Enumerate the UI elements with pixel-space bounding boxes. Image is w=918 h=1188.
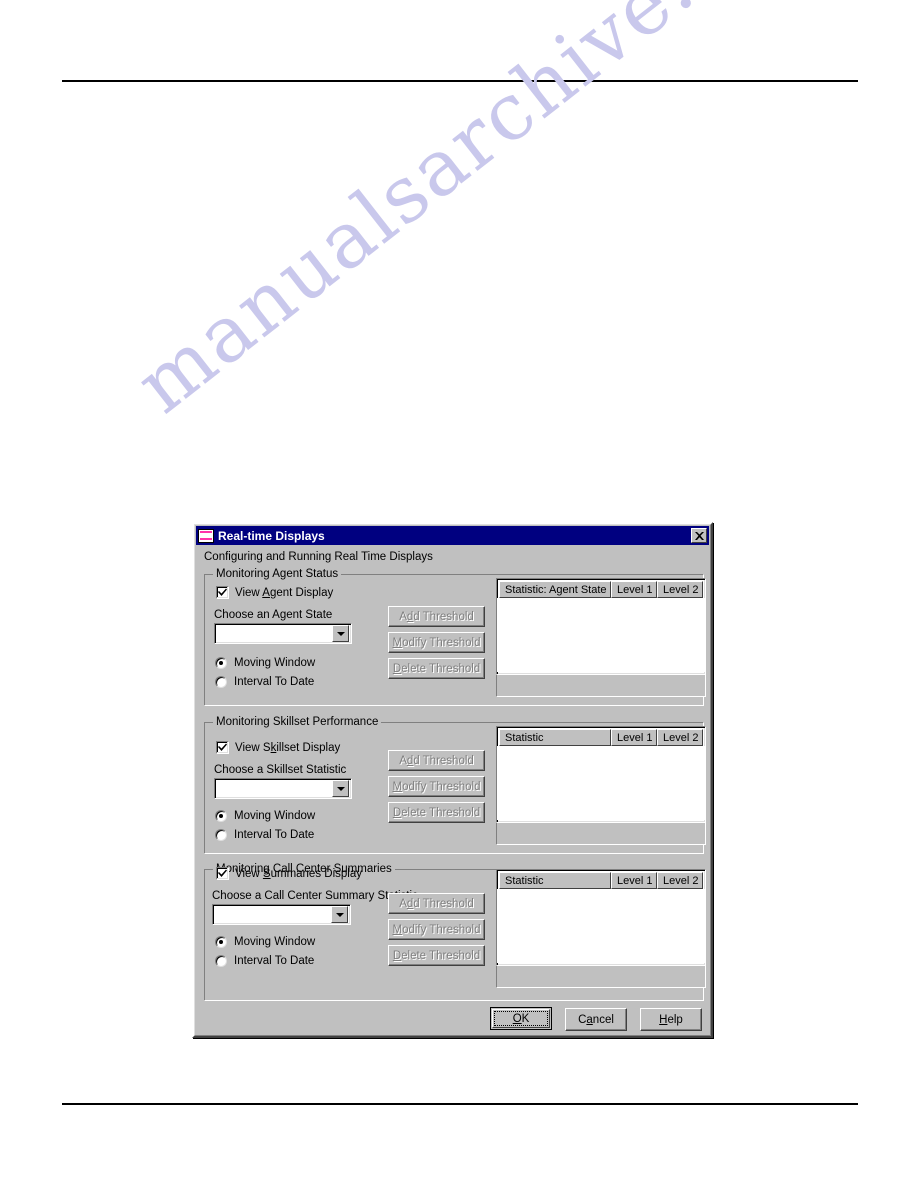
listview-body[interactable]	[497, 598, 705, 672]
radio-dot	[215, 676, 227, 688]
column-header-level2[interactable]: Level 2	[657, 729, 703, 746]
radio-label: Interval To Date	[234, 829, 315, 841]
summaries-moving-window-radio[interactable]: Moving Window	[215, 936, 315, 948]
listview-body[interactable]	[497, 889, 705, 963]
checkbox-box	[216, 586, 229, 599]
skillset-threshold-listview[interactable]: Statistic Level 1 Level 2	[496, 726, 706, 823]
delete-threshold-button-agent[interactable]: Delete Threshold	[388, 658, 485, 679]
checkbox-label: View Agent Display	[235, 586, 334, 599]
realtime-display-icon	[198, 528, 214, 543]
button-label: Delete Threshold	[392, 662, 481, 675]
cancel-button[interactable]: Cancel	[565, 1008, 627, 1031]
button-label: Add Threshold	[399, 897, 474, 910]
column-header-statistic[interactable]: Statistic	[499, 729, 611, 746]
modify-threshold-button-summaries[interactable]: Modify Threshold	[388, 919, 485, 940]
chevron-down-icon[interactable]	[331, 906, 348, 923]
listview-header: Statistic: Agent State Level 1 Level 2	[499, 581, 703, 598]
choose-skillset-statistic-label: Choose a Skillset Statistic	[214, 764, 347, 776]
listview-header: Statistic Level 1 Level 2	[499, 872, 703, 889]
radio-label: Moving Window	[234, 936, 316, 948]
radio-label: Interval To Date	[234, 955, 315, 967]
chevron-down-icon[interactable]	[332, 780, 349, 797]
skillset-moving-window-radio[interactable]: Moving Window	[215, 810, 315, 822]
column-header-level1[interactable]: Level 1	[611, 581, 657, 598]
group-legend: Monitoring Agent Status	[213, 568, 342, 580]
close-icon[interactable]	[691, 528, 707, 543]
radio-label: Moving Window	[234, 657, 316, 669]
agent-threshold-listview[interactable]: Statistic: Agent State Level 1 Level 2	[496, 578, 706, 675]
radio-dot	[215, 657, 227, 669]
dialog-subtitle: Configuring and Running Real Time Displa…	[204, 551, 433, 563]
button-label: Modify Threshold	[392, 780, 481, 793]
real-time-displays-dialog: Real-time Displays Configuring and Runni…	[192, 522, 713, 1038]
choose-agent-state-label: Choose an Agent State	[214, 609, 333, 621]
checkbox-label: View Summaries Display	[235, 867, 362, 880]
ok-button[interactable]: OK	[490, 1007, 552, 1030]
button-label: Modify Threshold	[392, 923, 481, 936]
modify-threshold-button-skillset[interactable]: Modify Threshold	[388, 776, 485, 797]
radio-dot	[215, 810, 227, 822]
button-label: Delete Threshold	[392, 949, 481, 962]
checkbox-box	[216, 867, 229, 880]
radio-dot	[215, 955, 227, 967]
view-skillset-display-checkbox[interactable]: View Skillset Display	[216, 741, 340, 754]
button-label: OK	[512, 1012, 530, 1025]
checkbox-label: View Skillset Display	[235, 741, 341, 754]
agent-moving-window-radio[interactable]: Moving Window	[215, 657, 315, 669]
agent-state-combo[interactable]	[214, 623, 352, 644]
column-header-statistic[interactable]: Statistic	[499, 872, 611, 889]
view-summaries-display-checkbox[interactable]: View Summaries Display	[216, 867, 362, 880]
column-header-level2[interactable]: Level 2	[657, 581, 703, 598]
page-rule-bottom	[62, 1103, 858, 1105]
page-rule-top	[62, 80, 858, 82]
add-threshold-button-agent[interactable]: Add Threshold	[388, 606, 485, 627]
delete-threshold-button-skillset[interactable]: Delete Threshold	[388, 802, 485, 823]
add-threshold-button-summaries[interactable]: Add Threshold	[388, 893, 485, 914]
dialog-title: Real-time Displays	[218, 528, 325, 543]
radio-label: Interval To Date	[234, 676, 315, 688]
chevron-down-icon[interactable]	[332, 625, 349, 642]
delete-threshold-button-summaries[interactable]: Delete Threshold	[388, 945, 485, 966]
button-label: Add Threshold	[399, 754, 474, 767]
skillset-interval-to-date-radio[interactable]: Interval To Date	[215, 829, 314, 841]
view-agent-display-checkbox[interactable]: View Agent Display	[216, 586, 333, 599]
group-legend: Monitoring Skillset Performance	[213, 716, 382, 728]
radio-dot	[215, 936, 227, 948]
modify-threshold-button-agent[interactable]: Modify Threshold	[388, 632, 485, 653]
skillset-statistic-combo[interactable]	[214, 778, 352, 799]
listview-body[interactable]	[497, 746, 705, 820]
checkbox-box	[216, 741, 229, 754]
choose-call-center-summary-statistic-label: Choose a Call Center Summary Statistic	[212, 890, 418, 902]
button-label: Cancel	[578, 1013, 614, 1026]
summaries-threshold-listview[interactable]: Statistic Level 1 Level 2	[496, 869, 706, 966]
button-label: Delete Threshold	[392, 806, 481, 819]
column-header-level1[interactable]: Level 1	[611, 872, 657, 889]
column-header-statistic[interactable]: Statistic: Agent State	[499, 581, 611, 598]
help-button[interactable]: Help	[640, 1008, 702, 1031]
agent-interval-to-date-radio[interactable]: Interval To Date	[215, 676, 314, 688]
call-center-summary-statistic-combo[interactable]	[212, 904, 351, 925]
page-watermark: manualsarchive.com	[120, 0, 846, 431]
add-threshold-button-skillset[interactable]: Add Threshold	[388, 750, 485, 771]
button-label: Add Threshold	[399, 610, 474, 623]
radio-dot	[215, 829, 227, 841]
column-header-level2[interactable]: Level 2	[657, 872, 703, 889]
button-label: Modify Threshold	[392, 636, 481, 649]
summaries-interval-to-date-radio[interactable]: Interval To Date	[215, 955, 314, 967]
radio-label: Moving Window	[234, 810, 316, 822]
listview-header: Statistic Level 1 Level 2	[499, 729, 703, 746]
column-header-level1[interactable]: Level 1	[611, 729, 657, 746]
dialog-titlebar[interactable]: Real-time Displays	[196, 526, 709, 545]
button-label: Help	[659, 1013, 683, 1026]
